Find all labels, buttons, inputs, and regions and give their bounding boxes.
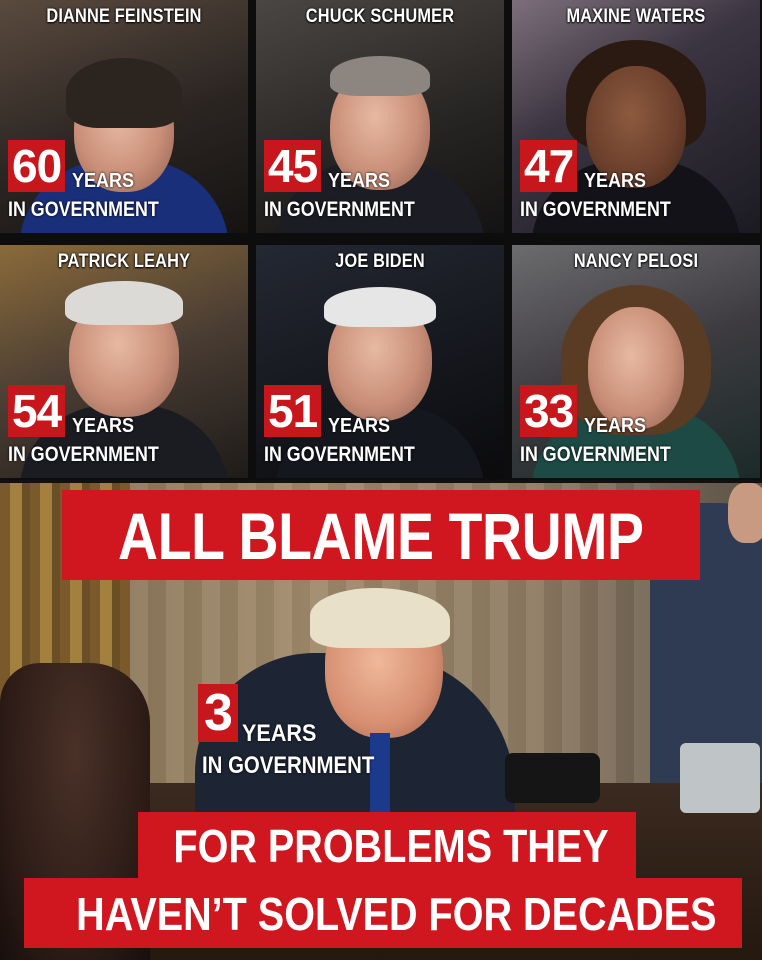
years-number: 47 [520, 140, 578, 192]
years-unit: YEARS [584, 170, 647, 192]
politician-card-schumer: CHUCK SCHUMER 45 YEARS IN GOVERNMENT [256, 0, 504, 233]
in-government-label: IN GOVERNMENT [264, 443, 415, 466]
politician-name: DIANNE FEINSTEIN [46, 6, 202, 27]
phone-console [680, 743, 760, 813]
politician-card-feinstein: DIANNE FEINSTEIN 60 YEARS IN GOVERNMENT [0, 0, 248, 233]
years-unit: YEARS [328, 415, 391, 437]
years-number: 33 [520, 385, 578, 437]
politician-name: JOE BIDEN [335, 251, 425, 272]
desk-phone [505, 753, 600, 803]
in-government-label: IN GOVERNMENT [202, 752, 375, 779]
years-unit: YEARS [242, 720, 317, 747]
politician-card-pelosi: NANCY PELOSI 33 YEARS IN GOVERNMENT [512, 245, 760, 478]
trump-hair [310, 588, 450, 648]
years-unit: YEARS [328, 170, 391, 192]
politician-name: PATRICK LEAHY [57, 251, 191, 272]
tagline-line-1: FOR PROBLEMS THEY [138, 812, 636, 878]
politician-grid: DIANNE FEINSTEIN 60 YEARS IN GOVERNMENT … [0, 0, 762, 480]
tagline-text-1: FOR PROBLEMS THEY [173, 820, 609, 872]
tagline-line-2: HAVEN’T SOLVED FOR DECADES [24, 878, 742, 948]
politician-card-waters: MAXINE WATERS 47 YEARS IN GOVERNMENT [512, 0, 760, 233]
politician-card-leahy: PATRICK LEAHY 54 YEARS IN GOVERNMENT [0, 245, 248, 478]
years-unit: YEARS [72, 415, 135, 437]
aide-head [728, 483, 762, 543]
in-government-label: IN GOVERNMENT [8, 443, 159, 466]
politician-card-biden: JOE BIDEN 51 YEARS IN GOVERNMENT [256, 245, 504, 478]
years-number: 54 [8, 385, 66, 437]
tagline-text-2: HAVEN’T SOLVED FOR DECADES [76, 888, 717, 940]
years-unit: YEARS [72, 170, 135, 192]
in-government-label: IN GOVERNMENT [520, 443, 671, 466]
politician-name: MAXINE WATERS [566, 6, 706, 27]
years-number: 51 [264, 385, 322, 437]
years-number: 60 [8, 140, 66, 192]
in-government-label: IN GOVERNMENT [264, 198, 415, 221]
years-number: 45 [264, 140, 322, 192]
politician-name: NANCY PELOSI [573, 251, 699, 272]
years-number: 3 [198, 684, 238, 742]
headline-text: ALL BLAME TRUMP [118, 499, 644, 573]
in-government-label: IN GOVERNMENT [520, 198, 671, 221]
in-government-label: IN GOVERNMENT [8, 198, 159, 221]
politician-name: CHUCK SCHUMER [305, 6, 455, 27]
years-unit: YEARS [584, 415, 647, 437]
headline-banner: ALL BLAME TRUMP [62, 490, 700, 580]
